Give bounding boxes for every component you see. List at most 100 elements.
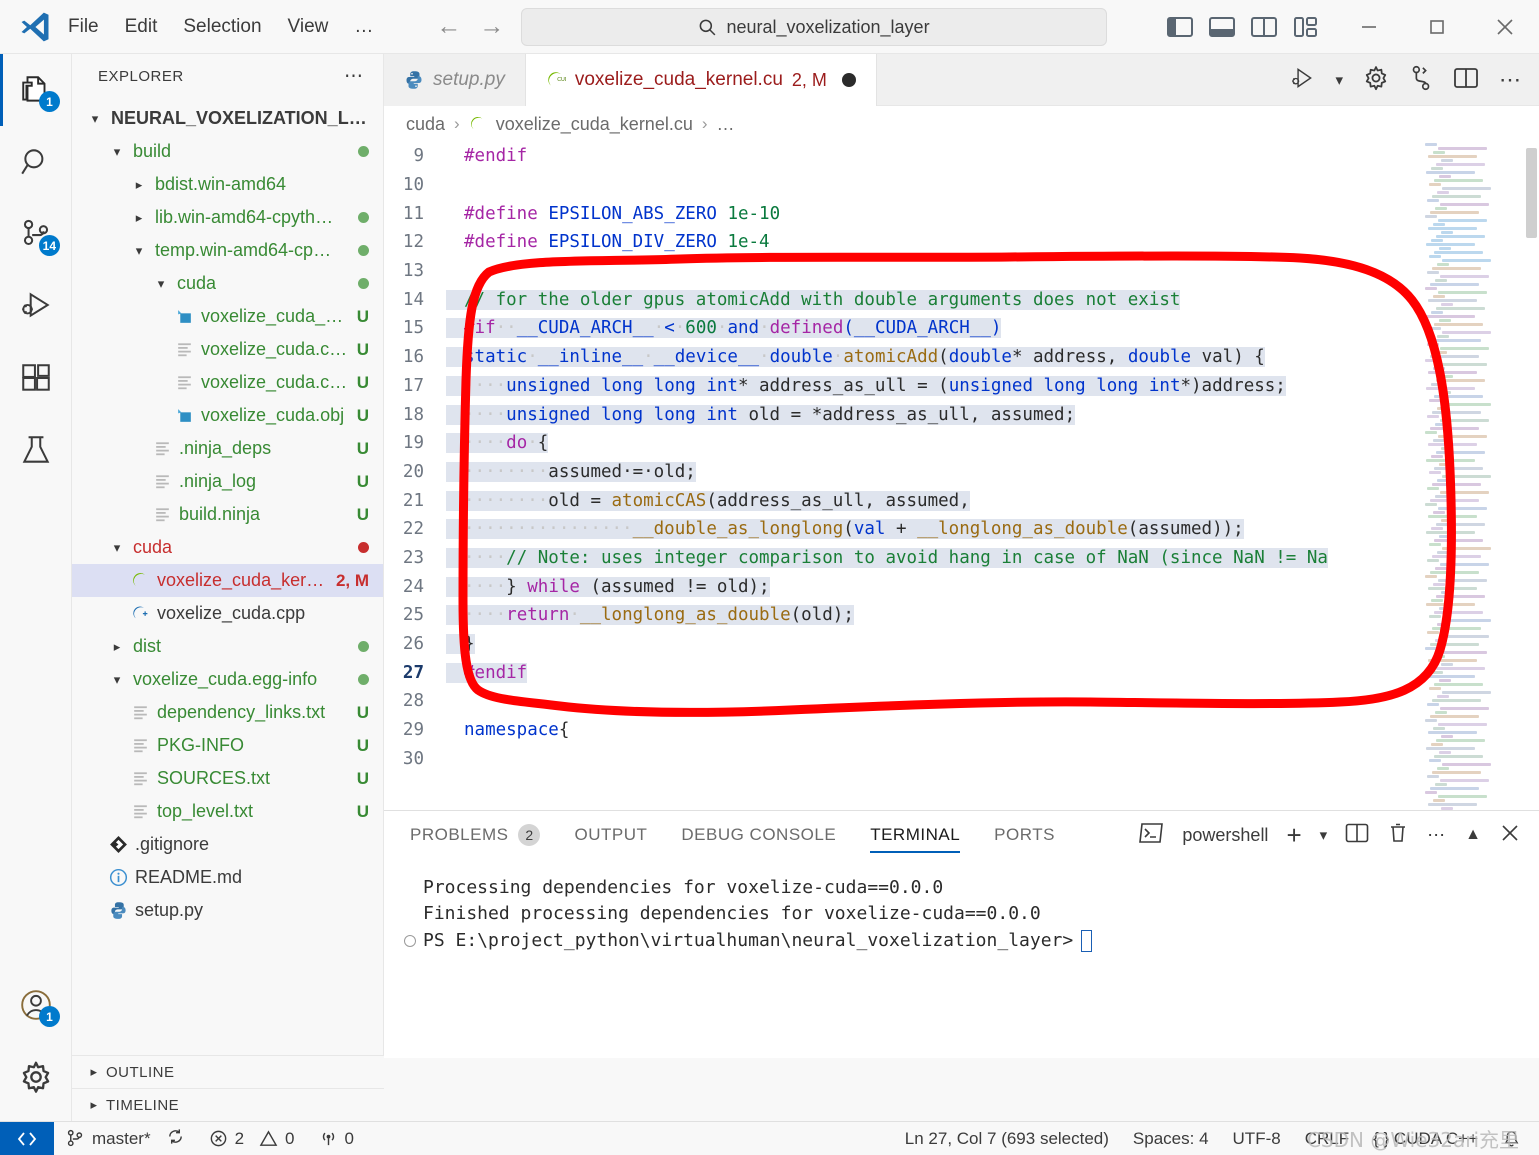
scrollbar-thumb[interactable] bbox=[1526, 148, 1537, 238]
code-line[interactable]: 27 #endif bbox=[384, 658, 1539, 687]
remote-window-icon[interactable] bbox=[0, 1121, 54, 1155]
activity-manage[interactable] bbox=[0, 1041, 72, 1113]
close-icon[interactable] bbox=[1499, 822, 1521, 849]
code-line[interactable]: 20 ········assumed·=·old; bbox=[384, 458, 1539, 487]
status-language-mode[interactable]: { } CUDA C++ bbox=[1361, 1122, 1490, 1155]
sync-icon[interactable] bbox=[166, 1127, 185, 1151]
gear-icon[interactable] bbox=[1363, 65, 1389, 96]
tree-file-row[interactable]: voxelize_cuda_kern… 2, M bbox=[72, 564, 383, 597]
tree-file-row[interactable]: voxelize_cuda_kern… U bbox=[72, 300, 383, 333]
tree-folder-row[interactable]: ▾ cuda bbox=[72, 267, 383, 300]
code-line[interactable]: 17 ····unsigned long long int* address_as… bbox=[384, 372, 1539, 401]
arrow-right-icon[interactable]: → bbox=[479, 14, 504, 39]
code-line[interactable]: 26} bbox=[384, 630, 1539, 659]
minimize-button[interactable] bbox=[1335, 0, 1403, 54]
tree-folder-row[interactable]: ▸ bdist.win-amd64 bbox=[72, 168, 383, 201]
tree-folder-row[interactable]: ▾ cuda bbox=[72, 531, 383, 564]
code-line[interactable]: 15 #if··__CUDA_ARCH__·<·600·and·defined(_… bbox=[384, 314, 1539, 343]
tree-file-row[interactable]: README.md bbox=[72, 861, 383, 894]
code-line[interactable]: 28 bbox=[384, 687, 1539, 716]
code-line[interactable]: 9 #endif bbox=[384, 142, 1539, 171]
tree-file-row[interactable]: voxelize_cuda.cp39… U bbox=[72, 333, 383, 366]
menu-selection[interactable]: Selection bbox=[183, 16, 261, 38]
tree-file-row[interactable]: SOURCES.txt U bbox=[72, 762, 383, 795]
chevron-down-icon[interactable]: ▾ bbox=[1320, 826, 1328, 844]
code-line[interactable]: 21 ········old = atomicCAS(address_as_ull… bbox=[384, 486, 1539, 515]
activity-testing[interactable] bbox=[0, 414, 72, 486]
activity-source-control[interactable]: 14 bbox=[0, 198, 72, 270]
tree-file-row[interactable]: .ninja_deps U bbox=[72, 432, 383, 465]
arrow-left-icon[interactable]: ← bbox=[436, 14, 461, 39]
split-editor-icon[interactable] bbox=[1453, 67, 1479, 94]
tree-file-row[interactable]: PKG-INFO U bbox=[72, 729, 383, 762]
status-cursor-position[interactable]: Ln 27, Col 7 (693 selected) bbox=[893, 1122, 1121, 1155]
code-line[interactable]: 14 // for the older gpus atomicAdd with d… bbox=[384, 285, 1539, 314]
tab-voxelize-cuda-kernel[interactable]: CUDA voxelize_cuda_kernel.cu 2, M bbox=[525, 54, 877, 106]
panel-tab-debug-console[interactable]: DEBUG CONSOLE bbox=[681, 811, 836, 859]
menu-edit[interactable]: Edit bbox=[125, 16, 158, 38]
tree-file-row[interactable]: voxelize_cuda.cp39… U bbox=[72, 366, 383, 399]
tree-file-row[interactable]: build.ninja U bbox=[72, 498, 383, 531]
tree-file-row[interactable]: dependency_links.txt U bbox=[72, 696, 383, 729]
breadcrumb-folder[interactable]: cuda bbox=[406, 114, 445, 135]
sidebar-section-outline[interactable]: ▸ OUTLINE bbox=[72, 1055, 384, 1088]
tree-root[interactable]: ▾ NEURAL_VOXELIZATION_LAYER bbox=[72, 102, 383, 135]
code-line[interactable]: 18 ····unsigned long long int old = *addr… bbox=[384, 400, 1539, 429]
code-line[interactable]: 25 ····return·__longlong_as_double(old); bbox=[384, 601, 1539, 630]
code-line[interactable]: 29 namespace{ bbox=[384, 716, 1539, 745]
status-indentation[interactable]: Spaces: 4 bbox=[1121, 1122, 1221, 1155]
chevron-down-icon[interactable]: ▾ bbox=[106, 672, 128, 688]
activity-extensions[interactable] bbox=[0, 342, 72, 414]
status-ports[interactable]: 0 bbox=[307, 1122, 366, 1155]
breadcrumb-file[interactable]: voxelize_cuda_kernel.cu bbox=[496, 114, 693, 135]
breadcrumb-symbol[interactable]: … bbox=[717, 114, 735, 135]
status-eol[interactable]: CRLF bbox=[1293, 1122, 1361, 1155]
panel-tab-output[interactable]: OUTPUT bbox=[574, 811, 647, 859]
tree-file-row[interactable]: .ninja_log U bbox=[72, 465, 383, 498]
chevron-down-icon[interactable]: ▾ bbox=[106, 144, 128, 160]
source-control-compare-icon[interactable] bbox=[1409, 65, 1433, 96]
panel-tab-ports[interactable]: PORTS bbox=[994, 811, 1055, 859]
code-line[interactable]: 12 #define EPSILON_DIV_ZERO 1e-4 bbox=[384, 228, 1539, 257]
status-problems[interactable]: 2 0 bbox=[197, 1122, 307, 1155]
chevron-up-icon[interactable]: ▲ bbox=[1465, 826, 1481, 844]
tree-folder-row[interactable]: ▸ dist bbox=[72, 630, 383, 663]
code-line[interactable]: 10 bbox=[384, 171, 1539, 200]
new-terminal-icon[interactable]: + bbox=[1286, 822, 1301, 848]
command-center-search[interactable]: neural_voxelization_layer bbox=[521, 8, 1107, 46]
tree-folder-row[interactable]: ▾ temp.win-amd64-cp… bbox=[72, 234, 383, 267]
chevron-right-icon[interactable]: ▸ bbox=[106, 639, 128, 655]
menu-overflow-button[interactable]: … bbox=[354, 16, 374, 38]
code-line[interactable]: 22 ················__double_as_longlong(v… bbox=[384, 515, 1539, 544]
chevron-down-icon[interactable]: ▾ bbox=[128, 243, 150, 259]
customize-layout-icon[interactable] bbox=[1292, 13, 1320, 41]
toggle-secondary-sidebar-icon[interactable] bbox=[1250, 13, 1278, 41]
toggle-primary-sidebar-icon[interactable] bbox=[1166, 13, 1194, 41]
code-line[interactable]: 19 ····do·{ bbox=[384, 429, 1539, 458]
editor-scrollbar[interactable] bbox=[1523, 142, 1539, 810]
trash-icon[interactable] bbox=[1387, 822, 1409, 849]
code-line[interactable]: 16 static·__inline__·__device__·double·at… bbox=[384, 343, 1539, 372]
sidebar-section-timeline[interactable]: ▸ TIMELINE bbox=[72, 1088, 384, 1121]
tree-file-row[interactable]: .gitignore bbox=[72, 828, 383, 861]
status-branch[interactable]: master* bbox=[54, 1122, 197, 1155]
code-line[interactable]: 24 ····} while (assumed != old); bbox=[384, 572, 1539, 601]
maximize-button[interactable] bbox=[1403, 0, 1471, 54]
tree-folder-row[interactable]: ▸ lib.win-amd64-cpyth… bbox=[72, 201, 383, 234]
code-line[interactable]: 23 ····// Note: uses integer comparison t… bbox=[384, 544, 1539, 573]
chevron-right-icon[interactable]: ▸ bbox=[128, 177, 150, 193]
split-terminal-icon[interactable] bbox=[1345, 823, 1369, 848]
chevron-down-icon[interactable]: ▾ bbox=[1335, 71, 1343, 89]
status-encoding[interactable]: UTF-8 bbox=[1221, 1122, 1293, 1155]
panel-tab-problems[interactable]: PROBLEMS 2 bbox=[410, 811, 541, 859]
tree-file-row[interactable]: setup.py bbox=[72, 894, 383, 927]
bell-icon[interactable] bbox=[1490, 1122, 1533, 1155]
terminal-shell-label[interactable]: powershell bbox=[1182, 825, 1268, 846]
tab-setup-py[interactable]: setup.py bbox=[384, 54, 526, 106]
ellipsis-icon[interactable]: ⋯ bbox=[1427, 825, 1447, 846]
tree-file-row[interactable]: voxelize_cuda.obj U bbox=[72, 399, 383, 432]
ellipsis-icon[interactable]: ⋯ bbox=[1499, 67, 1523, 93]
tree-file-row[interactable]: top_level.txt U bbox=[72, 795, 383, 828]
code-line[interactable]: 13 bbox=[384, 257, 1539, 286]
activity-explorer[interactable]: 1 bbox=[0, 54, 72, 126]
